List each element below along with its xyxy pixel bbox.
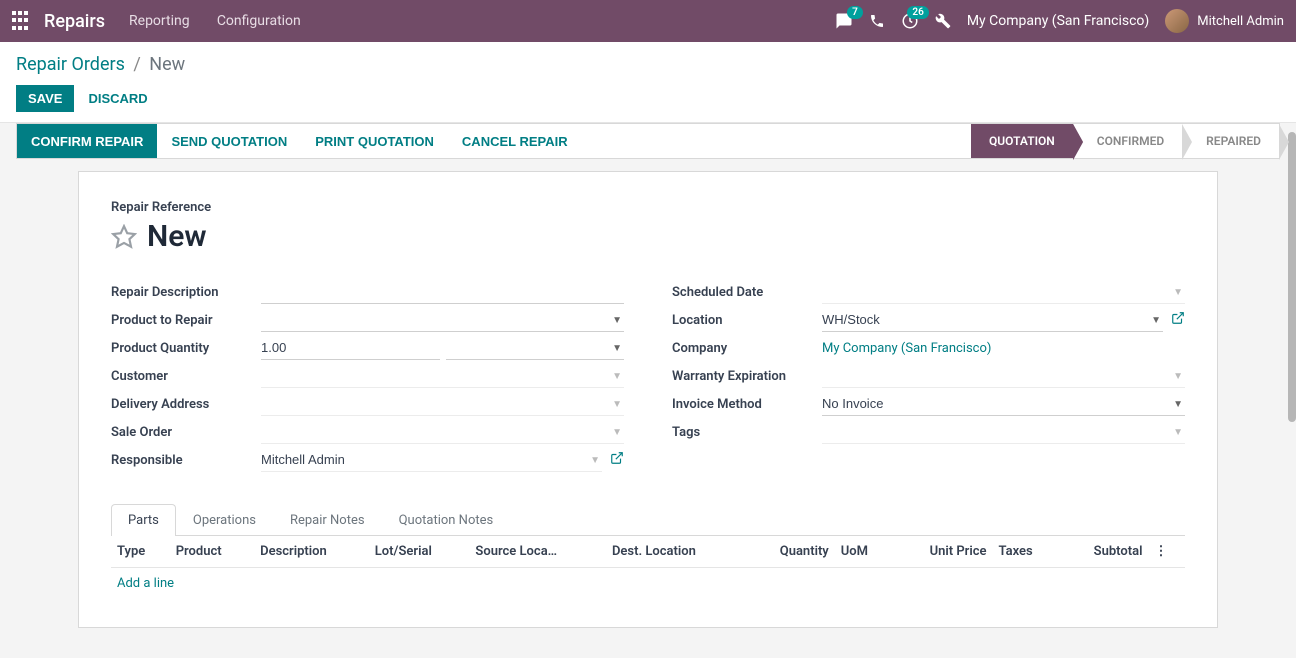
col-dest-location[interactable]: Dest. Location — [606, 536, 746, 568]
app-brand[interactable]: Repairs — [44, 11, 105, 32]
breadcrumb-current: New — [149, 54, 185, 75]
avatar — [1165, 9, 1189, 33]
col-source-location[interactable]: Source Loca… — [469, 536, 606, 568]
company-link[interactable]: My Company (San Francisco) — [822, 337, 991, 360]
label-warranty-expiration: Warranty Expiration — [672, 365, 822, 388]
label-responsible: Responsible — [111, 449, 261, 472]
label-scheduled-date: Scheduled Date — [672, 281, 822, 304]
repair-description-input[interactable] — [261, 280, 624, 304]
form-left-col: Repair Description Product to Repair ▼ P… — [111, 278, 624, 474]
col-quantity[interactable]: Quantity — [746, 536, 835, 568]
col-lot-serial[interactable]: Lot/Serial — [369, 536, 470, 568]
form-sheet: Repair Reference New Repair Description … — [78, 171, 1218, 628]
scheduled-date-input[interactable] — [822, 280, 1185, 304]
col-uom[interactable]: UoM — [835, 536, 892, 568]
col-subtotal[interactable]: Subtotal — [1060, 536, 1149, 568]
tab-repair-notes[interactable]: Repair Notes — [273, 504, 382, 536]
breadcrumb-sep: / — [133, 54, 140, 75]
label-customer: Customer — [111, 365, 261, 388]
messages-icon[interactable]: 7 — [835, 12, 853, 30]
label-delivery-address: Delivery Address — [111, 393, 261, 416]
location-select[interactable] — [822, 308, 1163, 332]
label-product-to-repair: Product to Repair — [111, 309, 261, 332]
save-button[interactable]: SAVE — [16, 85, 74, 112]
label-invoice-method: Invoice Method — [672, 393, 822, 416]
debug-icon[interactable] — [935, 13, 951, 29]
tab-quotation-notes[interactable]: Quotation Notes — [382, 504, 511, 536]
parts-table: Type Product Description Lot/Serial Sour… — [111, 536, 1185, 599]
stage-quotation[interactable]: QUOTATION — [971, 124, 1073, 158]
customer-select[interactable] — [261, 364, 624, 388]
user-name: Mitchell Admin — [1197, 14, 1284, 29]
repair-reference: New — [147, 219, 207, 254]
stages: QUOTATION CONFIRMED REPAIRED — [971, 124, 1279, 158]
breadcrumb: Repair Orders / New — [16, 54, 1280, 75]
tab-operations[interactable]: Operations — [176, 504, 273, 536]
user-menu[interactable]: Mitchell Admin — [1165, 9, 1284, 33]
status-bar: CONFIRM REPAIR SEND QUOTATION PRINT QUOT… — [16, 123, 1280, 159]
invoice-method-select[interactable] — [822, 392, 1185, 416]
product-to-repair-select[interactable] — [261, 308, 624, 332]
apps-icon[interactable] — [12, 11, 32, 31]
activities-icon[interactable]: 26 — [901, 12, 919, 30]
top-menu: Reporting Configuration — [129, 13, 325, 29]
add-line-link[interactable]: Add a line — [117, 576, 174, 591]
cancel-repair-button[interactable]: CANCEL REPAIR — [448, 124, 582, 158]
topbar: Repairs Reporting Configuration 7 26 My … — [0, 0, 1296, 42]
tags-select[interactable] — [822, 420, 1185, 444]
stage-confirmed[interactable]: CONFIRMED — [1073, 124, 1182, 158]
label-repair-description: Repair Description — [111, 281, 261, 304]
product-quantity-input[interactable] — [261, 336, 440, 360]
delivery-address-select[interactable] — [261, 392, 624, 416]
label-location: Location — [672, 309, 822, 332]
col-product[interactable]: Product — [170, 536, 254, 568]
tab-parts[interactable]: Parts — [111, 504, 176, 536]
sale-order-select[interactable] — [261, 420, 624, 444]
repair-reference-label: Repair Reference — [111, 200, 1185, 215]
activities-badge: 26 — [907, 6, 928, 19]
discard-button[interactable]: DISCARD — [88, 91, 147, 106]
priority-star-icon[interactable] — [111, 224, 137, 250]
breadcrumb-root[interactable]: Repair Orders — [16, 54, 125, 75]
external-link-icon[interactable] — [610, 451, 624, 469]
tabs: Parts Operations Repair Notes Quotation … — [111, 504, 1185, 536]
col-description[interactable]: Description — [254, 536, 369, 568]
warranty-expiration-input[interactable] — [822, 364, 1185, 388]
col-unit-price[interactable]: Unit Price — [892, 536, 993, 568]
subheader: Repair Orders / New SAVE DISCARD — [0, 42, 1296, 123]
product-uom-select[interactable] — [446, 336, 625, 360]
stage-repaired[interactable]: REPAIRED — [1182, 124, 1279, 158]
label-product-quantity: Product Quantity — [111, 337, 261, 360]
print-quotation-button[interactable]: PRINT QUOTATION — [301, 124, 448, 158]
company-selector[interactable]: My Company (San Francisco) — [967, 13, 1149, 29]
form-right-col: Scheduled Date ▼ Location ▼ Company My C… — [672, 278, 1185, 474]
col-options-icon[interactable]: ⋮ — [1148, 536, 1185, 568]
col-type[interactable]: Type — [111, 536, 170, 568]
menu-reporting[interactable]: Reporting — [129, 13, 190, 29]
scrollbar[interactable] — [1288, 132, 1296, 422]
confirm-repair-button[interactable]: CONFIRM REPAIR — [17, 124, 157, 158]
external-link-icon[interactable] — [1171, 311, 1185, 329]
col-taxes[interactable]: Taxes — [993, 536, 1060, 568]
label-sale-order: Sale Order — [111, 421, 261, 444]
responsible-select[interactable] — [261, 448, 602, 472]
label-company: Company — [672, 337, 822, 360]
phone-icon[interactable] — [869, 13, 885, 29]
label-tags: Tags — [672, 421, 822, 444]
messages-badge: 7 — [847, 6, 863, 19]
send-quotation-button[interactable]: SEND QUOTATION — [157, 124, 301, 158]
menu-configuration[interactable]: Configuration — [217, 13, 301, 29]
